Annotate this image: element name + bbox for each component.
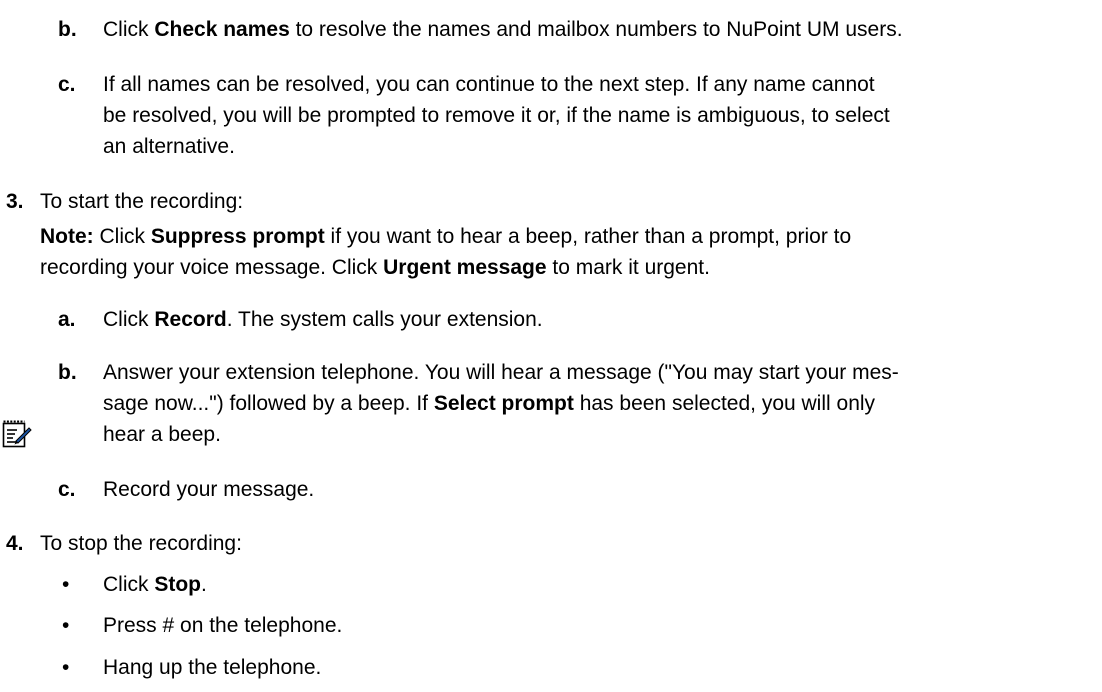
step-3-text: To start the recording: [40,190,244,213]
note-label: Note: [40,225,94,248]
check-names-term: Check names [154,18,290,41]
substep-3b-line-1: Answer your extension telephone. You wil… [103,361,899,384]
substep-2c-line-2: be resolved, you will be prompted to rem… [103,104,890,127]
note-line-2: recording your voice message. Click Urge… [40,256,710,279]
substep-marker: a. [58,308,76,331]
bullet-item-stop: Click Stop. [103,573,207,596]
select-prompt-term: Select prompt [433,392,574,415]
substep-marker: c. [58,478,76,501]
bullet-marker: • [62,656,70,679]
substep-2c-line-1: If all names can be resolved, you can co… [103,73,875,96]
substep-3b-line-2: sage now...") followed by a beep. If Sel… [103,392,876,415]
note-line-1: Note: Click Suppress prompt if you want … [40,225,852,248]
bullet-marker: • [62,573,70,596]
stop-term: Stop [154,573,201,596]
bullet-marker: • [62,614,70,637]
bullet-item-press-hash: Press # on the telephone. [103,614,343,637]
step-number: 4. [6,532,24,555]
substep-2c-line-3: an alternative. [103,135,235,158]
record-term: Record [154,308,227,331]
bullet-item-hang-up: Hang up the telephone. [103,656,322,679]
suppress-prompt-term: Suppress prompt [150,225,325,248]
substep-marker: b. [58,18,77,41]
substep-3c-text: Record your message. [103,478,315,501]
substep-marker: c. [58,73,76,96]
substep-3b-line-3: hear a beep. [103,423,221,446]
substep-3a-text: Click Record. The system calls your exte… [103,308,543,331]
document-page: b. Click Check names to resolve the name… [0,0,1102,692]
step-4-text: To stop the recording: [40,532,242,555]
note-pencil-icon [2,420,32,448]
substep-2b-text: Click Check names to resolve the names a… [103,18,903,41]
step-number: 3. [6,190,24,213]
substep-marker: b. [58,361,77,384]
urgent-message-term: Urgent message [383,256,547,279]
